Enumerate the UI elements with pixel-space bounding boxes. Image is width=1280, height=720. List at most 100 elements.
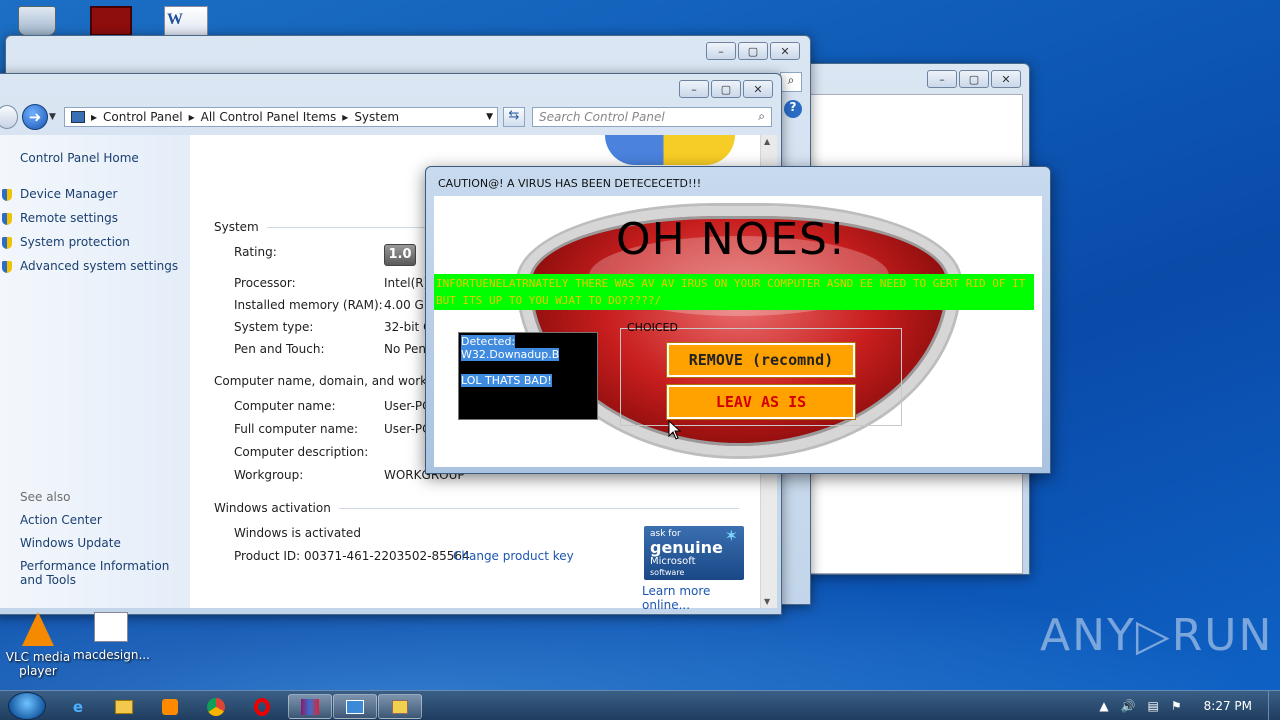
rating-label: Rating: [234, 245, 277, 259]
leave-as-is-button[interactable]: LEAV AS IS [666, 384, 856, 420]
activation-status: Windows is activated [234, 526, 361, 540]
forward-button[interactable]: ➜ [22, 104, 48, 130]
virus-alert-window[interactable]: CAUTION@! A VIRUS HAS BEEN DETECECETD!!!… [425, 166, 1051, 474]
chrome-icon[interactable] [194, 694, 238, 719]
acrobat-icon[interactable] [90, 6, 132, 36]
control-panel-icon [71, 111, 85, 123]
shield-icon [2, 237, 12, 249]
search-input[interactable]: Search Control Panel ⌕ [532, 107, 772, 127]
detected-line-2: W32.Downadup.B [461, 348, 560, 361]
help-icon[interactable]: ? [784, 100, 802, 118]
processor-label: Processor: [234, 276, 296, 290]
learn-more-link[interactable]: Learn more online... [642, 584, 760, 612]
search-icon[interactable]: ⌕ [758, 109, 765, 124]
opera-icon[interactable] [240, 694, 284, 719]
headline: OH NOES! [616, 214, 847, 265]
warning-banner: INFORTUENELATRNATELY THERE WAS AV AV IRU… [434, 274, 1034, 310]
computer-name-label: Computer name: [234, 399, 336, 413]
product-id: Product ID: 00371-461-2203502-85564 [234, 549, 470, 563]
system-tray: ▲ 🔊 ▤ ⚑ 8:27 PM [1099, 691, 1280, 720]
refresh-button[interactable]: ⇆ [503, 107, 525, 127]
pen-touch-value: No Pen [384, 342, 426, 356]
change-product-key-link[interactable]: Change product key [453, 549, 574, 563]
close-icon[interactable]: ✕ [770, 42, 800, 60]
shield-icon [2, 189, 12, 201]
address-dropdown-icon[interactable]: ▼ [486, 112, 493, 122]
sidebar-device-manager[interactable]: Device Manager [20, 187, 117, 201]
desktop-icon-vlc[interactable]: VLC media player [0, 612, 76, 678]
sidebar-advanced-system-settings[interactable]: Advanced system settings [20, 259, 178, 273]
sidebar: Control Panel Home Device Manager Remote… [0, 135, 190, 608]
minimize-icon[interactable]: – [706, 42, 736, 60]
detected-line-1: Detected: [461, 335, 516, 348]
close-icon[interactable]: ✕ [743, 80, 773, 98]
maximize-icon[interactable]: ▢ [711, 80, 741, 98]
detected-line-4: LOL THATS BAD! [461, 374, 552, 387]
breadcrumb-separator-icon[interactable]: ▸ [91, 110, 97, 124]
close-icon[interactable]: ✕ [991, 70, 1021, 88]
desktop-icon-vlc-label: VLC media player [5, 650, 71, 678]
sidebar-remote-settings[interactable]: Remote settings [20, 211, 118, 225]
minimize-icon[interactable]: – [927, 70, 957, 88]
sidebar-action-center[interactable]: Action Center [20, 513, 102, 527]
pen-touch-label: Pen and Touch: [234, 342, 325, 356]
breadcrumb-separator-icon[interactable]: ▸ [342, 110, 348, 124]
system-section-title: System [214, 220, 665, 234]
maximize-icon[interactable]: ▢ [738, 42, 768, 60]
breadcrumb-control-panel[interactable]: Control Panel [103, 110, 183, 124]
windows-logo [605, 135, 735, 165]
workgroup-label: Workgroup: [234, 468, 304, 482]
app-icon[interactable] [378, 694, 422, 719]
minimize-icon[interactable]: – [679, 80, 709, 98]
sidebar-system-protection[interactable]: System protection [20, 235, 130, 249]
taskbar: e ▲ 🔊 ▤ ⚑ 8:27 PM [0, 690, 1280, 720]
media-player-icon[interactable] [148, 694, 192, 719]
breadcrumb-system[interactable]: System [354, 110, 399, 124]
see-also-heading: See also [20, 490, 71, 504]
detected-line-3 [461, 361, 595, 374]
breadcrumb-separator-icon[interactable]: ▸ [189, 110, 195, 124]
memory-label: Installed memory (RAM): [234, 298, 383, 312]
star-icon: ✶ [724, 526, 738, 545]
recycle-bin-icon[interactable] [18, 6, 56, 36]
genuine-line3: Microsoft [650, 556, 696, 567]
shield-icon [2, 261, 12, 273]
search-icon[interactable]: ⌕ [780, 72, 802, 92]
maximize-icon[interactable]: ▢ [959, 70, 989, 88]
detected-textbox[interactable]: Detected: W32.Downadup.B LOL THATS BAD! [458, 332, 598, 420]
clock[interactable]: 8:27 PM [1204, 699, 1252, 713]
rating-badge[interactable]: 1.0 [384, 244, 416, 266]
network-icon[interactable]: ▤ [1148, 699, 1159, 713]
sidebar-windows-update[interactable]: Windows Update [20, 536, 121, 550]
desktop-icon-macdesign[interactable]: macdesign... [73, 612, 150, 662]
computer-description-label: Computer description: [234, 445, 369, 459]
shield-icon [2, 213, 12, 225]
word-document-icon[interactable]: W [164, 6, 208, 36]
folder-icon[interactable] [102, 694, 146, 719]
winrar-icon[interactable] [288, 694, 332, 719]
scroll-down-icon[interactable]: ▼ [764, 597, 770, 606]
ie-icon[interactable]: e [56, 694, 100, 719]
recent-pages-chevron-icon[interactable]: ▼ [49, 112, 56, 122]
action-center-flag-icon[interactable]: ⚑ [1171, 699, 1182, 713]
full-computer-name-label: Full computer name: [234, 422, 359, 436]
address-bar[interactable]: ▸ Control Panel ▸ All Control Panel Item… [64, 107, 498, 127]
virus-window-title: CAUTION@! A VIRUS HAS BEEN DETECECETD!!! [438, 177, 702, 190]
control-panel-icon[interactable] [333, 694, 377, 719]
volume-icon[interactable]: 🔊 [1121, 699, 1136, 713]
tray-expand-icon[interactable]: ▲ [1099, 699, 1108, 713]
scroll-up-icon[interactable]: ▲ [764, 137, 770, 146]
sidebar-performance-info[interactable]: Performance Information and Tools [20, 559, 185, 587]
genuine-line4: software [650, 568, 685, 577]
show-desktop-button[interactable] [1268, 691, 1280, 720]
sidebar-control-panel-home[interactable]: Control Panel Home [20, 151, 139, 165]
remove-button[interactable]: REMOVE (recomnd) [666, 342, 856, 378]
virus-window-client: OH NOES! INFORTUENELATRNATELY THERE WAS … [434, 196, 1042, 467]
genuine-microsoft-badge[interactable]: ask for genuine Microsoft software ✶ [644, 526, 744, 580]
computer-name-value: User-PC [384, 399, 431, 413]
full-computer-name-value: User-PC [384, 422, 431, 436]
breadcrumb-all-items[interactable]: All Control Panel Items [201, 110, 337, 124]
vlc-icon [22, 612, 54, 646]
anyrun-watermark: ANY▷RUN [1040, 610, 1274, 661]
start-button[interactable] [8, 692, 46, 720]
